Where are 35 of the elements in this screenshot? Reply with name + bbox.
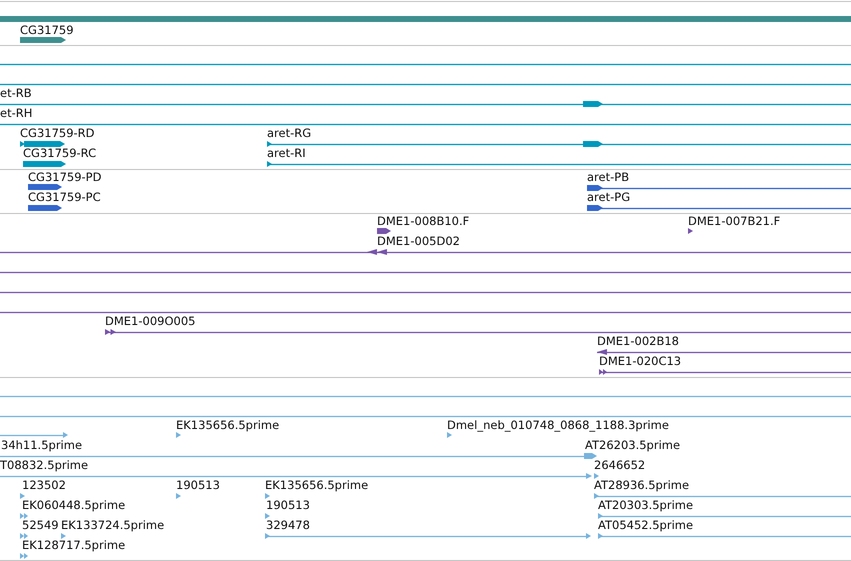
- feature-label: EK060448.5prime: [22, 498, 126, 512]
- feature-label: EK128717.5prime: [22, 538, 126, 552]
- feature-label: DME1-009O005: [105, 314, 196, 328]
- feature-label: aret-PG: [587, 190, 630, 204]
- feature-label: EK135656.5prime: [176, 418, 280, 432]
- feature-label: aret-PB: [587, 170, 630, 184]
- feature-label: EK135656.5prime: [265, 478, 368, 492]
- feature-label: aret-RI: [267, 146, 306, 160]
- feature-label: 52549: [22, 518, 59, 532]
- feature-label: 2646652: [594, 458, 646, 472]
- feature-label: CG31759-PD: [28, 170, 102, 184]
- feature-label: et-RB: [0, 86, 32, 100]
- feature-label: 123502: [22, 478, 66, 492]
- feature-label: T08832.5prime: [0, 458, 88, 472]
- feature-label: AT20303.5prime: [598, 498, 694, 512]
- feature-label: DME1-002B18: [597, 334, 679, 348]
- feature-label: DME1-008B10.F: [377, 214, 470, 228]
- feature-label: Dmel_neb_010748_0868_1188.3prime: [447, 418, 669, 432]
- feature-label: 34h11.5prime: [1, 438, 82, 452]
- feature-label: AT28936.5prime: [594, 478, 690, 492]
- feature-label: CG31759-RD: [20, 126, 95, 140]
- feature-label: AT26203.5prime: [585, 438, 680, 452]
- feature-label: DME1-020C13: [599, 354, 682, 368]
- feature-label: et-RH: [0, 106, 32, 120]
- feature-label: aret-RG: [267, 126, 312, 140]
- feature-label: CG31759-PC: [28, 190, 101, 204]
- feature-label: CG31759-RC: [23, 146, 96, 160]
- feature-label: 190513: [176, 478, 220, 492]
- feature-label: CG31759: [20, 23, 74, 37]
- feature-label: EK133724.5prime: [61, 518, 164, 532]
- feature-label: DME1-005D02: [377, 234, 460, 248]
- feature-label: 329478: [266, 518, 310, 532]
- feature-label: 190513: [266, 498, 310, 512]
- feature-label: DME1-007B21.F: [688, 214, 780, 228]
- feature-label: AT05452.5prime: [598, 518, 694, 532]
